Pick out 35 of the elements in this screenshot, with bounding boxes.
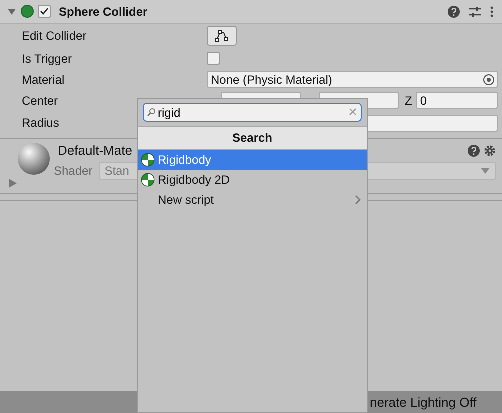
property-label: Edit Collider	[22, 29, 88, 43]
shader-label: Shader	[54, 164, 93, 178]
help-icon[interactable]	[448, 6, 460, 18]
z-label: Z	[405, 94, 412, 108]
object-field[interactable]: None (Physic Material)	[207, 71, 498, 88]
foldout-arrow-icon[interactable]	[9, 179, 17, 188]
rigidbody-icon	[141, 173, 155, 187]
foldout-arrow-icon[interactable]	[7, 6, 17, 16]
menu-item[interactable]: New script	[138, 190, 367, 210]
edit-shape-icon	[215, 30, 229, 42]
search-icon	[147, 108, 156, 117]
help-icon[interactable]	[468, 144, 480, 156]
enable-checkbox[interactable]	[38, 5, 51, 18]
popup-header: Search	[138, 126, 367, 150]
settings-icon[interactable]	[484, 144, 496, 156]
menu-item[interactable]: Rigidbody 2D	[138, 170, 367, 190]
more-options-icon[interactable]	[490, 6, 494, 18]
property-label: Center	[22, 94, 60, 108]
edit-collider-button[interactable]	[207, 26, 237, 46]
rigidbody-icon	[141, 153, 155, 167]
property-label: Radius	[22, 116, 60, 130]
search-field[interactable]: rigid	[143, 103, 362, 122]
z-field[interactable]: 0	[416, 92, 498, 109]
menu-item[interactable]: Rigidbody	[138, 150, 367, 170]
dropdown-caret-icon	[481, 168, 490, 174]
sphere-collider-icon	[21, 5, 34, 18]
property-label: Is Trigger	[22, 52, 74, 66]
status-text: nerate Lighting Off	[370, 394, 477, 410]
component-title: Sphere Collider	[59, 4, 149, 18]
material-name: Default-Mate	[58, 143, 132, 158]
property-label: Material	[22, 72, 66, 86]
material-preview-icon	[18, 143, 50, 175]
presets-icon[interactable]	[469, 6, 481, 18]
checkbox[interactable]	[207, 52, 220, 65]
object-picker-icon[interactable]	[481, 72, 497, 86]
